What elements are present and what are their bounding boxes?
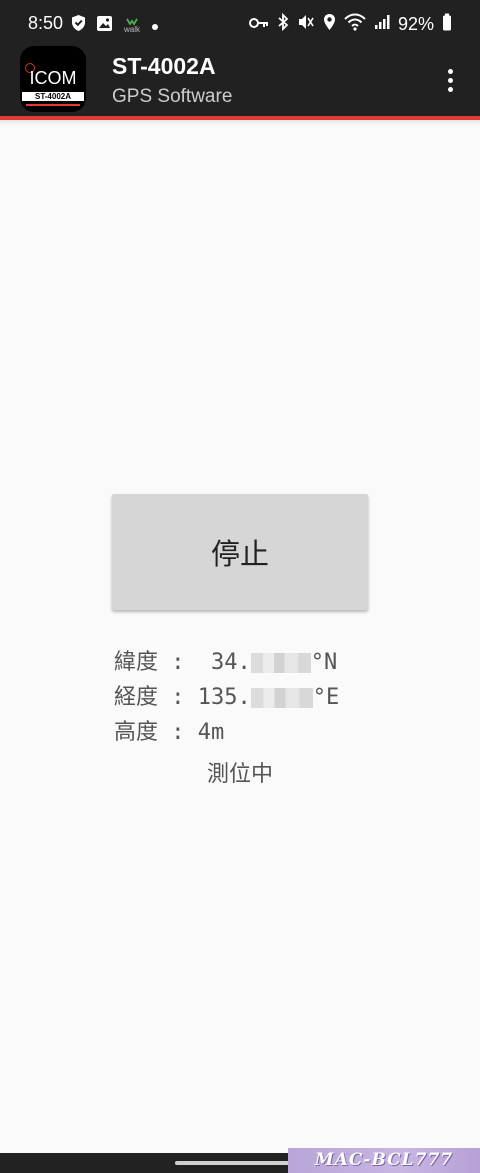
longitude-separator: : bbox=[171, 685, 185, 710]
key-icon bbox=[248, 15, 269, 34]
home-handle[interactable] bbox=[175, 1161, 305, 1165]
longitude-label: 経度 bbox=[114, 685, 159, 710]
latitude-row: 緯度 : 34. °N bbox=[114, 645, 339, 680]
gps-info: 緯度 : 34. °N 経度 : 135. °E 高度 : 4m bbox=[114, 645, 339, 750]
battery-percent: 92% bbox=[397, 13, 434, 34]
more-vert-icon[interactable] bbox=[436, 62, 464, 98]
menu-dot bbox=[447, 86, 453, 92]
latitude-separator: : bbox=[171, 650, 185, 675]
status-time: 8:50 bbox=[28, 13, 64, 33]
shield-icon bbox=[70, 14, 87, 36]
bluetooth-icon bbox=[277, 12, 289, 35]
app-bar-shadow bbox=[0, 120, 480, 126]
system-icons: 92% bbox=[248, 12, 452, 35]
altitude-value: 4m bbox=[197, 720, 225, 745]
logo-model: ST-4002A bbox=[22, 92, 84, 101]
notification-icons: walk bbox=[70, 14, 159, 36]
app-title: ST-4002A bbox=[112, 53, 216, 79]
location-icon bbox=[323, 13, 336, 35]
positioning-status: 測位中 bbox=[206, 762, 273, 787]
longitude-row: 経度 : 135. °E bbox=[114, 680, 339, 715]
latitude-redacted bbox=[250, 652, 311, 673]
altitude-label: 高度 bbox=[114, 720, 159, 745]
notification-dot-icon bbox=[151, 16, 159, 35]
signal-icon bbox=[374, 14, 390, 34]
longitude-suffix: °E bbox=[312, 685, 340, 710]
stop-button[interactable]: 停止 bbox=[112, 494, 368, 610]
logo-red-stripe bbox=[26, 104, 80, 106]
logo-brand: ICOM bbox=[29, 68, 77, 88]
mute-icon bbox=[297, 13, 315, 35]
longitude-redacted bbox=[250, 687, 313, 708]
latitude-label: 緯度 bbox=[114, 650, 159, 675]
app-logo: ICOM ST-4002A bbox=[20, 46, 86, 112]
wifi-icon bbox=[344, 13, 366, 35]
longitude-prefix: 135. bbox=[197, 685, 251, 710]
walk-label: walk bbox=[123, 24, 140, 34]
latitude-suffix: °N bbox=[310, 650, 338, 675]
latitude-prefix: 34. bbox=[197, 650, 251, 675]
altitude-separator: : bbox=[171, 720, 185, 745]
walk-icon: walk bbox=[122, 17, 142, 34]
gallery-icon bbox=[96, 15, 113, 36]
menu-dot bbox=[447, 68, 453, 74]
screen: 8:50 walk 92% ICOM ST-4002A ST-4002A GPS… bbox=[0, 0, 480, 1173]
watermark: MAC-BCL777 bbox=[288, 1148, 480, 1173]
menu-dot bbox=[447, 77, 453, 83]
battery-icon bbox=[442, 13, 452, 35]
app-subtitle: GPS Software bbox=[112, 86, 233, 107]
altitude-row: 高度 : 4m bbox=[114, 715, 339, 750]
status-bar: 8:50 walk 92% bbox=[0, 0, 480, 48]
